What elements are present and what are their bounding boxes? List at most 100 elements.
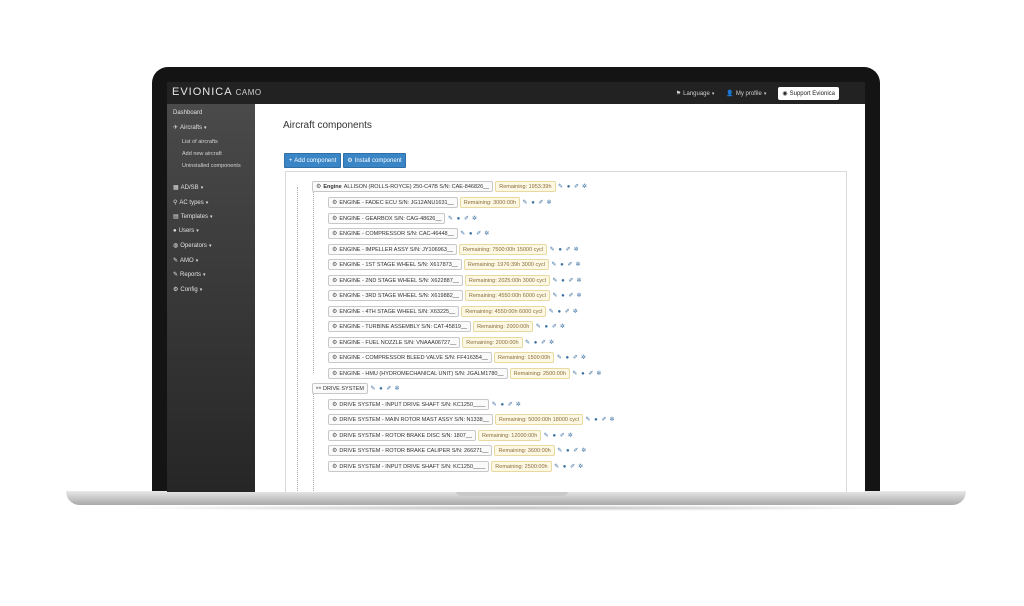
component-node[interactable]: ⚙ DRIVE SYSTEM - MAIN ROTOR MAST ASSY S/N… (328, 414, 493, 425)
info-icon[interactable]: ● (551, 433, 557, 439)
edit-icon[interactable]: ✎ (556, 355, 562, 361)
settings-icon[interactable]: ✲ (576, 278, 582, 284)
settings-icon[interactable]: ✲ (394, 386, 400, 392)
edit-icon[interactable]: ✎ (491, 402, 497, 408)
settings-icon[interactable]: ✲ (580, 355, 586, 361)
component-node[interactable]: ⚯ DRIVE SYSTEM (312, 383, 368, 394)
sidebar-item-reports[interactable]: ✎ Reports ▾ (173, 271, 206, 279)
sidebar-item-ac-types[interactable]: ⚲ AC types ▾ (173, 199, 208, 207)
info-icon[interactable]: ● (564, 355, 570, 361)
settings-icon[interactable]: ✲ (575, 262, 581, 268)
settings-icon[interactable]: ✲ (576, 293, 582, 299)
edit-icon[interactable]: ✎ (552, 278, 558, 284)
settings-icon[interactable]: ✲ (546, 200, 552, 206)
edit-icon[interactable]: ✎ (535, 324, 541, 330)
sidebar-item-dashboard[interactable]: Dashboard (173, 110, 202, 116)
component-node[interactable]: ⚙ ENGINE - IMPELLER ASSY S/N: JY106963__ (328, 244, 458, 255)
settings-icon[interactable]: ✲ (573, 247, 579, 253)
info-icon[interactable]: ● (565, 448, 571, 454)
info-icon[interactable]: ● (468, 231, 474, 237)
wrench-icon[interactable]: ✐ (538, 200, 544, 206)
info-icon[interactable]: ● (530, 200, 536, 206)
info-icon[interactable]: ● (557, 247, 563, 253)
settings-icon[interactable]: ✲ (596, 371, 602, 377)
wrench-icon[interactable]: ✐ (551, 324, 557, 330)
wrench-icon[interactable]: ✐ (568, 278, 574, 284)
edit-icon[interactable]: ✎ (370, 386, 376, 392)
settings-icon[interactable]: ✲ (581, 448, 587, 454)
sidebar-subitem-uninstalled[interactable]: Uninstalled components (182, 162, 248, 170)
wrench-icon[interactable]: ✐ (574, 184, 580, 190)
edit-icon[interactable]: ✎ (525, 340, 531, 346)
edit-icon[interactable]: ✎ (549, 247, 555, 253)
wrench-icon[interactable]: ✐ (601, 417, 607, 423)
profile-menu[interactable]: 👤 My profile ▾ (726, 90, 766, 98)
edit-icon[interactable]: ✎ (460, 231, 466, 237)
info-icon[interactable]: ● (455, 216, 461, 222)
info-icon[interactable]: ● (593, 417, 599, 423)
sidebar-subitem-list-aircrafts[interactable]: List of aircrafts (182, 138, 248, 146)
sidebar-item-templates[interactable]: ▤ Templates ▾ (173, 213, 213, 221)
sidebar-item-aircrafts[interactable]: ✈ Aircrafts ▾ (173, 124, 207, 132)
component-node[interactable]: ⚙ ENGINE - HMU (HYDROMECHANICAL UNIT) S/N… (328, 368, 508, 379)
component-node[interactable]: ⚙ ENGINE - 4TH STAGE WHEEL S/N: X63225__ (328, 306, 460, 317)
wrench-icon[interactable]: ✐ (567, 262, 573, 268)
component-node[interactable]: ⚙ DRIVE SYSTEM - ROTOR BRAKE DISC S/N: 18… (328, 430, 476, 441)
settings-icon[interactable]: ✲ (549, 340, 555, 346)
component-node[interactable]: ⚙ ENGINE - 1ST STAGE WHEEL S/N: X617873__ (328, 259, 462, 270)
wrench-icon[interactable]: ✐ (564, 309, 570, 315)
sidebar-item-operators[interactable]: ◍ Operators ▾ (173, 242, 211, 250)
settings-icon[interactable]: ✲ (572, 309, 578, 315)
wrench-icon[interactable]: ✐ (463, 216, 469, 222)
info-icon[interactable]: ● (556, 309, 562, 315)
settings-icon[interactable]: ✲ (515, 402, 521, 408)
sidebar-item-config[interactable]: ⚙ Config ▾ (173, 286, 202, 294)
edit-icon[interactable]: ✎ (522, 200, 528, 206)
info-icon[interactable]: ● (560, 293, 566, 299)
settings-icon[interactable]: ✲ (582, 184, 588, 190)
info-icon[interactable]: ● (560, 278, 566, 284)
add-component-button[interactable]: + Add component (284, 153, 341, 168)
info-icon[interactable]: ● (499, 402, 505, 408)
sidebar-item-users[interactable]: ● Users ▾ (173, 228, 199, 234)
wrench-icon[interactable]: ✐ (588, 371, 594, 377)
info-icon[interactable]: ● (559, 262, 565, 268)
edit-icon[interactable]: ✎ (548, 309, 554, 315)
settings-icon[interactable]: ✲ (484, 231, 490, 237)
settings-icon[interactable]: ✲ (567, 433, 573, 439)
component-node[interactable]: ⚙ ENGINE - GEARBOX S/N: CAG-48626__ (328, 213, 446, 224)
install-component-button[interactable]: ⚙ Install component (343, 153, 406, 168)
wrench-icon[interactable]: ✐ (476, 231, 482, 237)
edit-icon[interactable]: ✎ (551, 262, 557, 268)
component-node[interactable]: ⚙ DRIVE SYSTEM - ROTOR BRAKE CALIPER S/N:… (328, 445, 493, 456)
wrench-icon[interactable]: ✐ (565, 247, 571, 253)
component-node[interactable]: ⚙ Engine ALLISON (ROLLS-ROYCE) 250-C47B … (312, 181, 494, 192)
language-menu[interactable]: ⚑ Language ▾ (676, 90, 715, 98)
info-icon[interactable]: ● (378, 386, 384, 392)
support-button[interactable]: ◉ Support Evionica (778, 87, 839, 100)
wrench-icon[interactable]: ✐ (568, 293, 574, 299)
component-node[interactable]: ⚙ DRIVE SYSTEM - INPUT DRIVE SHAFT S/N: K… (328, 461, 490, 472)
edit-icon[interactable]: ✎ (558, 184, 564, 190)
edit-icon[interactable]: ✎ (572, 371, 578, 377)
settings-icon[interactable]: ✲ (578, 464, 584, 470)
info-icon[interactable]: ● (533, 340, 539, 346)
settings-icon[interactable]: ✲ (609, 417, 615, 423)
component-node[interactable]: ⚙ ENGINE - COMPRESSOR S/N: CAC-46448__ (328, 228, 458, 239)
edit-icon[interactable]: ✎ (543, 433, 549, 439)
wrench-icon[interactable]: ✐ (573, 448, 579, 454)
component-node[interactable]: ⚙ ENGINE - 3RD STAGE WHEEL S/N: X619882__ (328, 290, 463, 301)
edit-icon[interactable]: ✎ (447, 216, 453, 222)
edit-icon[interactable]: ✎ (552, 293, 558, 299)
component-node[interactable]: ⚙ ENGINE - TURBINE ASSEMBLY S/N: CAT-4581… (328, 321, 472, 332)
wrench-icon[interactable]: ✐ (507, 402, 513, 408)
wrench-icon[interactable]: ✐ (570, 464, 576, 470)
settings-icon[interactable]: ✲ (559, 324, 565, 330)
component-node[interactable]: ⚙ ENGINE - 2ND STAGE WHEEL S/N: X622887__ (328, 275, 463, 286)
info-icon[interactable]: ● (566, 184, 572, 190)
sidebar-item-adsb[interactable]: ▦ AD/SB ▾ (173, 184, 203, 192)
wrench-icon[interactable]: ✐ (559, 433, 565, 439)
sidebar-item-amo[interactable]: ✎ AMO ▾ (173, 257, 198, 265)
info-icon[interactable]: ● (580, 371, 586, 377)
wrench-icon[interactable]: ✐ (541, 340, 547, 346)
